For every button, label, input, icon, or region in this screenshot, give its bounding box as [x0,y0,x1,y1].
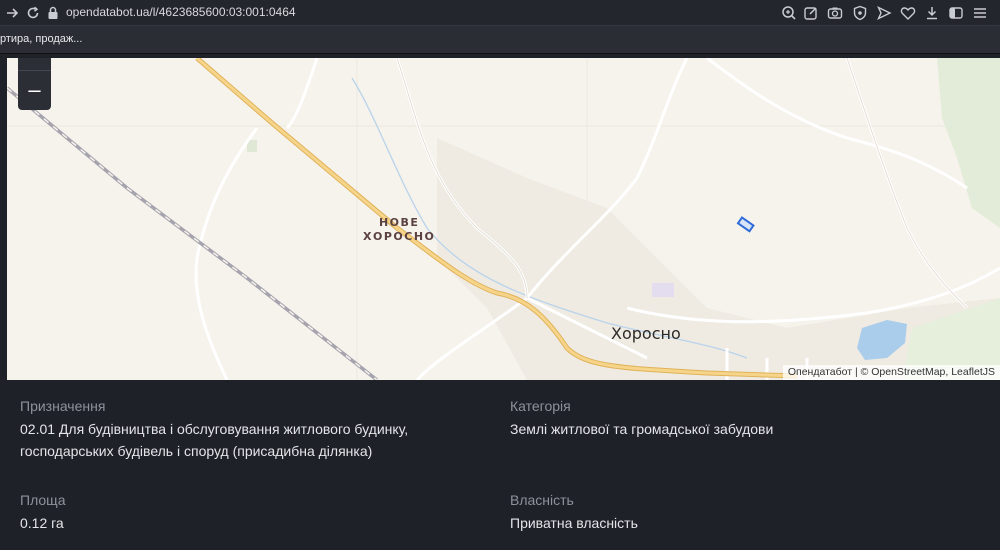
purpose-label: Призначення [20,398,106,414]
lock-icon[interactable] [46,4,60,22]
public-building [652,283,674,297]
category-value: Землі житлової та громадської забудови [510,421,774,437]
download-icon[interactable] [922,3,942,23]
address-bar-url[interactable]: opendatabot.ua/l/4623685600:03:001:0464 [66,5,296,19]
purpose-value: 02.01 Для будівництва і обслуговування ж… [20,418,408,462]
menu-icon[interactable] [970,3,990,23]
place-label-nove-khorosno: НОВЕ ХОРОСНО [363,216,435,244]
bookmarks-bar: ртира, продаж... [0,26,1000,54]
forest-area [937,58,1000,228]
bookmark-item[interactable]: ртира, продаж... [0,33,82,45]
purpose-value-line: 02.01 Для будівництва і обслуговування ж… [20,421,409,437]
map-attribution[interactable]: Опендатабот | © OpenStreetMap, LeafletJS [782,365,1000,380]
parcel-info-panel: Призначення 02.01 Для будівництва і обсл… [0,380,1000,550]
forward-arrow-icon[interactable] [4,4,22,22]
heart-icon[interactable] [898,3,918,23]
map-view[interactable]: – НОВЕ ХОРОСНО Хоросно Опендатабот | © O… [7,58,1000,380]
zoom-search-icon[interactable] [779,3,799,23]
railway-dashes [7,87,378,380]
zoom-out-button[interactable]: – [18,78,51,102]
purpose-value-line: господарських будівель і споруд (присади… [20,443,373,459]
zoom-divider [18,70,51,71]
camera-icon[interactable] [825,3,845,23]
ownership-label: Власність [510,492,574,508]
shield-icon[interactable] [850,3,870,23]
land-parcel [736,216,755,233]
sidebar-icon[interactable] [946,3,966,23]
place-label-line: НОВЕ [378,216,420,229]
browser-toolbar: opendatabot.ua/l/4623685600:03:001:0464 [0,0,1000,26]
map-canvas [7,58,1000,380]
edit-icon[interactable] [801,3,821,23]
place-label-line: ХОРОСНО [363,230,436,243]
area-value: 0.12 га [20,515,64,531]
category-label: Категорія [510,398,571,414]
reload-icon[interactable] [24,4,42,22]
place-label-khorosno: Хоросно [611,324,681,343]
area-label: Площа [20,492,66,508]
ownership-value: Приватна власність [510,515,638,531]
page-content: – НОВЕ ХОРОСНО Хоросно Опендатабот | © O… [0,54,1000,550]
zoom-control: – [18,58,51,110]
send-icon[interactable] [874,3,894,23]
